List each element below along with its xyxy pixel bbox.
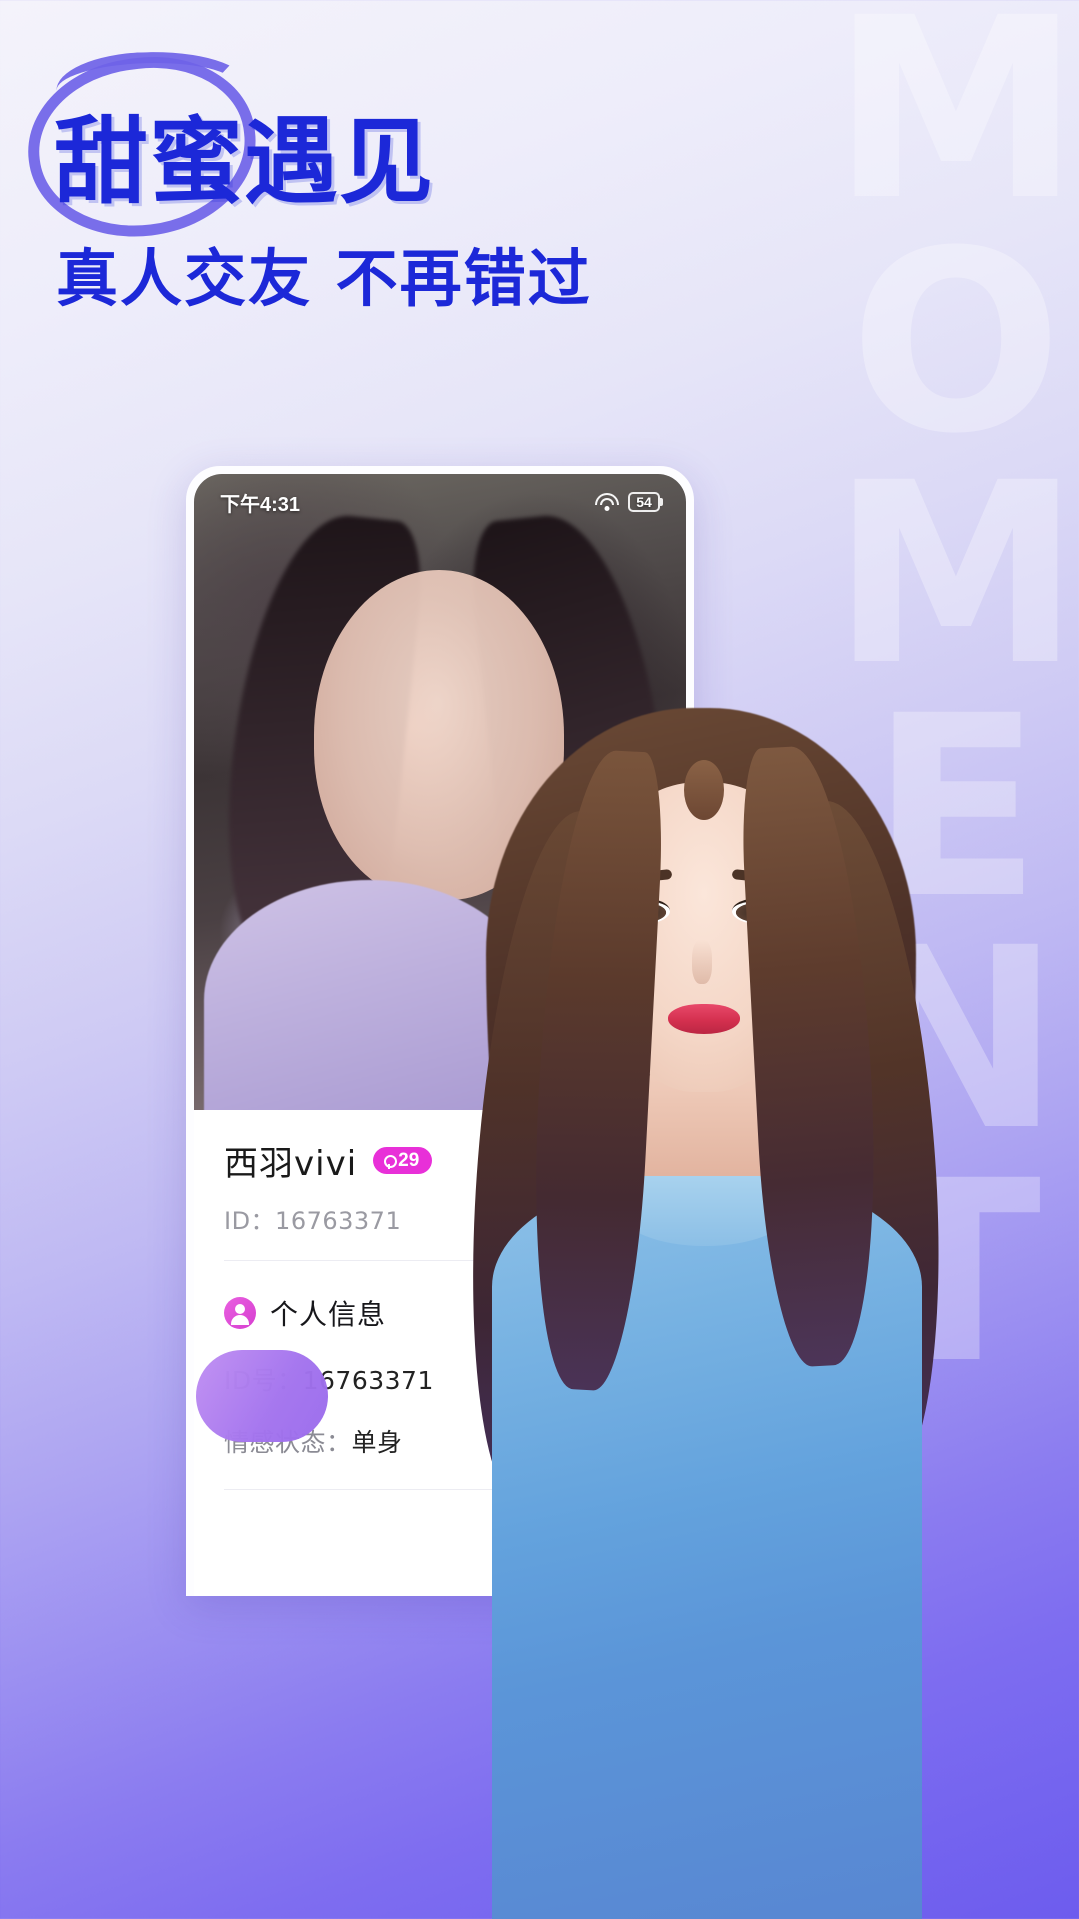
profile-hero-photo[interactable] bbox=[194, 474, 686, 1110]
status-bar: 下午4:31 54 bbox=[194, 474, 686, 530]
page-title: 甜蜜遇见 bbox=[54, 108, 435, 217]
bottom-action-chip[interactable] bbox=[196, 1350, 328, 1442]
background-watermark: M O M E N T bbox=[793, 0, 1079, 1554]
wifi-icon bbox=[595, 493, 619, 511]
model-nose bbox=[692, 940, 712, 984]
user-avatar-icon bbox=[224, 1297, 256, 1329]
model-ear-right bbox=[812, 948, 832, 988]
sweater-decoration bbox=[204, 880, 534, 1110]
page-subtitle: 真人交友 不再错过 bbox=[56, 242, 592, 315]
headline-block: 甜蜜遇见 真人交友 不再错过 bbox=[0, 0, 660, 340]
profile-age: 29 bbox=[398, 1150, 420, 1171]
watermark-letter: M bbox=[831, 429, 1079, 720]
field-value: 单身 bbox=[351, 1428, 403, 1457]
status-bar-time: 下午4:31 bbox=[220, 493, 301, 516]
personal-info-title: 个人信息 bbox=[270, 1298, 387, 1331]
model-hair-front-right bbox=[737, 743, 887, 1369]
status-bar-indicators: 54 bbox=[595, 492, 660, 512]
model-eyebrow-right bbox=[731, 868, 791, 886]
watermark-letter: N bbox=[851, 894, 1060, 1185]
model-hair-right bbox=[750, 795, 958, 1495]
personal-info-header: 个人信息 bbox=[224, 1293, 656, 1333]
watermark-letter: O bbox=[849, 196, 1063, 488]
model-earring-right bbox=[815, 986, 824, 1104]
divider bbox=[224, 1260, 656, 1261]
profile-name: 西羽vivi bbox=[224, 1144, 358, 1184]
model-eye-right bbox=[732, 898, 786, 924]
profile-name-row: 西羽vivi 29 bbox=[224, 1136, 656, 1185]
watermark-letter: E bbox=[870, 661, 1042, 953]
divider bbox=[224, 1489, 656, 1490]
profile-id: ID：16763371 bbox=[224, 1207, 402, 1235]
status-badge: 29 bbox=[373, 1147, 433, 1174]
battery-icon: 54 bbox=[628, 492, 660, 512]
face-decoration bbox=[314, 570, 564, 900]
venus-icon bbox=[383, 1154, 398, 1169]
watermark-letter: T bbox=[870, 1126, 1042, 1418]
watermark-letter: M bbox=[831, 0, 1079, 255]
